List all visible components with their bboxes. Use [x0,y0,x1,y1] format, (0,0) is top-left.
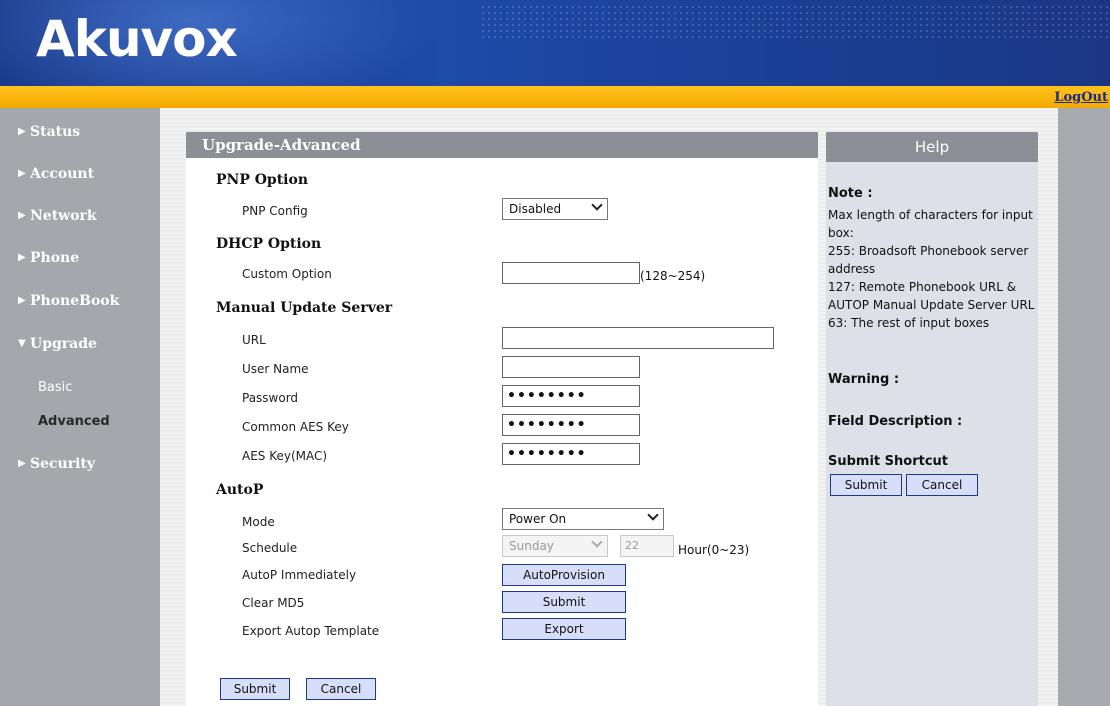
schedule-day-select[interactable]: Sunday [502,535,608,557]
clear-md5-label: Clear MD5 [242,596,305,610]
header-banner: Akuvox [0,0,1110,86]
schedule-label: Schedule [242,541,298,555]
orange-bar [0,86,1110,108]
triangle-right-icon: ▶ [18,252,26,263]
sidebar-subitem-advanced[interactable]: Advanced [38,414,110,429]
aes-mac-label: AES Key(MAC) [242,449,328,463]
akuvox-logo: Akuvox [36,10,238,68]
url-label: URL [242,333,266,347]
export-button[interactable]: Export [502,618,626,640]
triangle-down-icon: ▼ [18,338,26,349]
settings-panel: Upgrade-Advanced PNP Option PNP Config D… [186,132,818,706]
chevron-down-icon [591,199,603,211]
sidebar-item-label: PhoneBook [30,293,120,309]
sidebar-item-account[interactable]: ▶ Account [18,166,94,182]
sidebar-item-upgrade[interactable]: ▼ Upgrade [18,336,97,352]
mode-select[interactable]: Power On [502,508,664,530]
password-input[interactable]: •••••••• [502,385,640,407]
common-aes-label: Common AES Key [242,420,349,434]
help-note-line: 127: Remote Phonebook URL & AUTOP Manual… [828,280,1035,312]
triangle-right-icon: ▶ [18,210,26,221]
custom-option-label: Custom Option [242,267,332,281]
aes-mac-input[interactable]: •••••••• [502,443,640,465]
section-heading-manual-update: Manual Update Server [216,300,393,316]
right-margin [1058,108,1110,706]
help-note-line: 63: The rest of input boxes [828,316,990,330]
sidebar-item-label: Account [30,166,95,182]
chevron-down-icon [591,536,603,548]
cancel-button[interactable]: Cancel [306,678,376,700]
help-submit-button[interactable]: Submit [830,474,902,496]
clear-md5-submit-button[interactable]: Submit [502,591,626,613]
help-title: Help [826,132,1038,162]
page-title: Upgrade-Advanced [186,132,818,158]
username-label: User Name [242,362,309,376]
section-heading-dhcp: DHCP Option [216,236,322,252]
pnp-config-label: PNP Config [242,204,308,218]
mode-value: Power On [509,512,567,526]
triangle-right-icon: ▶ [18,168,26,179]
pnp-config-value: Disabled [509,202,562,216]
logout-link[interactable]: LogOut [1054,90,1108,105]
sidebar-item-label: Network [30,208,97,224]
help-field-description-heading: Field Description : [828,414,963,429]
section-heading-pnp: PNP Option [216,172,309,188]
sidebar-item-phone[interactable]: ▶ Phone [18,250,79,266]
sidebar-item-phonebook[interactable]: ▶ PhoneBook [18,293,119,309]
section-heading-autop: AutoP [216,482,264,498]
sidebar-item-label: Security [30,456,96,472]
triangle-right-icon: ▶ [18,126,26,137]
triangle-right-icon: ▶ [18,295,26,306]
schedule-day-value: Sunday [509,539,554,553]
autop-immediately-label: AutoP Immediately [242,568,357,582]
username-input[interactable] [502,356,640,378]
url-input[interactable] [502,327,774,349]
help-cancel-button[interactable]: Cancel [906,474,978,496]
schedule-hour-input[interactable]: 22 [620,535,674,557]
common-aes-input[interactable]: •••••••• [502,414,640,436]
sidebar-item-security[interactable]: ▶ Security [18,456,95,472]
sidebar-item-label: Status [30,124,81,140]
mode-label: Mode [242,515,275,529]
pnp-config-select[interactable]: Disabled [502,198,608,220]
sidebar-item-network[interactable]: ▶ Network [18,208,97,224]
help-warning-heading: Warning : [828,372,900,387]
content-area: Upgrade-Advanced PNP Option PNP Config D… [160,108,1058,706]
autoprovision-button[interactable]: AutoProvision [502,564,626,586]
sidebar-item-status[interactable]: ▶ Status [18,124,80,140]
custom-option-hint: (128~254) [640,269,706,283]
custom-option-input[interactable] [502,262,640,284]
sidebar-item-label: Phone [30,250,80,266]
sidebar: ▶ Status ▶ Account ▶ Network ▶ Phone ▶ PhoneB… [0,108,160,706]
help-submit-shortcut-heading: Submit Shortcut [828,454,949,469]
submit-button[interactable]: Submit [220,678,290,700]
help-note-heading: Note : [828,186,873,201]
chevron-down-icon [647,509,659,521]
help-note-line: Max length of characters for input box: [828,208,1033,240]
sidebar-item-label: Upgrade [30,336,97,352]
triangle-right-icon: ▶ [18,458,26,469]
export-template-label: Export Autop Template [242,624,380,638]
password-label: Password [242,391,299,405]
help-panel: Help Note : Max length of characters for… [826,132,1038,706]
sidebar-subitem-basic[interactable]: Basic [38,380,72,395]
banner-pattern [480,4,1110,40]
schedule-hour-hint: Hour(0~23) [678,543,750,557]
help-note-line: 255: Broadsoft Phonebook server address [828,244,1029,276]
